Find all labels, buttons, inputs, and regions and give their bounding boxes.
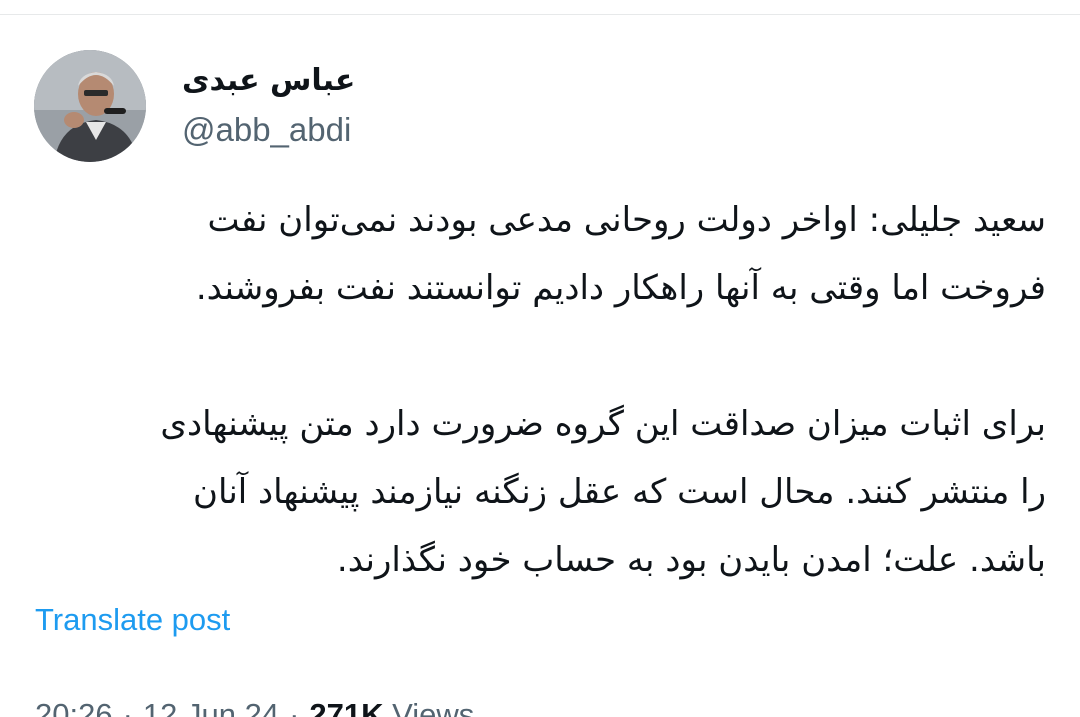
post-text: سعید جلیلی: اواخر دولت روحانی مدعی بودند… bbox=[16, 186, 1046, 594]
post-paragraph: سعید جلیلی: اواخر دولت روحانی مدعی بودند… bbox=[16, 186, 1046, 322]
author-avatar[interactable] bbox=[34, 50, 146, 162]
post-date[interactable]: 12 Jun 24 bbox=[143, 697, 279, 717]
post-detail-view: عباس عبدی @abb_abdi سعید جلیلی: اواخر دو… bbox=[0, 0, 1080, 717]
author-handle[interactable]: @abb_abdi bbox=[182, 108, 351, 152]
post-text-line: برای اثبات میزان صداقت این گروه ضرورت دا… bbox=[160, 404, 1046, 444]
views-count[interactable]: 271K bbox=[309, 697, 383, 717]
post-text-line: را منتشر کنند. محال است که عقل زنگنه نیا… bbox=[192, 472, 1046, 512]
post-text-line: فروخت اما وقتی به آنها راهکار دادیم توان… bbox=[195, 268, 1046, 308]
post-meta: 20:26 · 12 Jun 24 · 271K Views bbox=[35, 693, 474, 717]
profile-photo-icon bbox=[34, 50, 146, 162]
meta-separator: · bbox=[122, 697, 133, 717]
views-label: Views bbox=[392, 697, 475, 717]
post-time[interactable]: 20:26 bbox=[35, 697, 113, 717]
meta-separator: · bbox=[289, 697, 300, 717]
post-text-line: سعید جلیلی: اواخر دولت روحانی مدعی بودند… bbox=[207, 200, 1046, 240]
post-text-line: باشد. علت؛ امدن بایدن بود به حساب خود نگ… bbox=[336, 540, 1046, 580]
post-paragraph: برای اثبات میزان صداقت این گروه ضرورت دا… bbox=[16, 390, 1046, 594]
author-display-name[interactable]: عباس عبدی bbox=[182, 56, 355, 106]
top-divider bbox=[0, 14, 1080, 15]
translate-post-link[interactable]: Translate post bbox=[35, 598, 230, 642]
